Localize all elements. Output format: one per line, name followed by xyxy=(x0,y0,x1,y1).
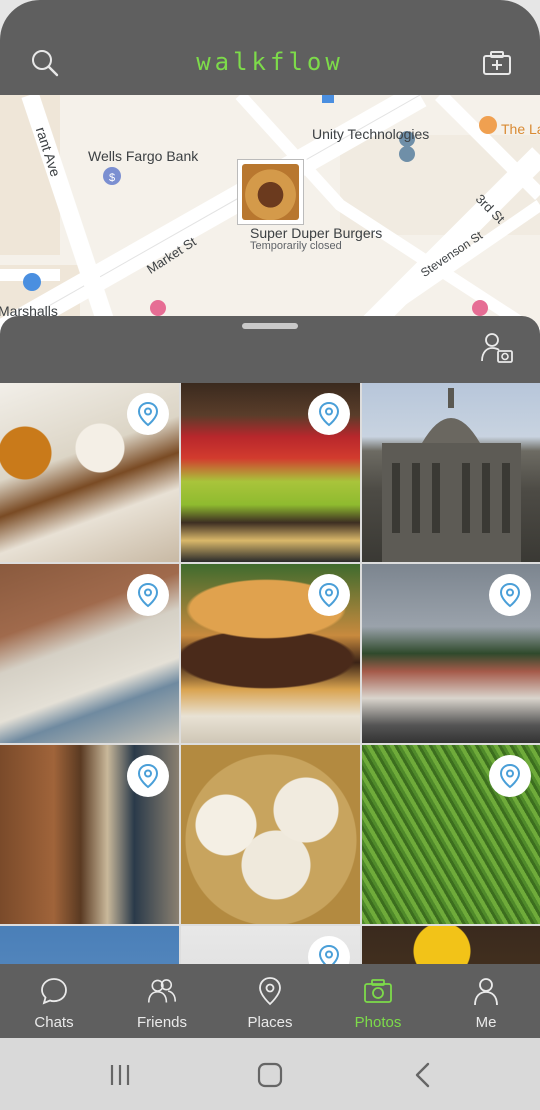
friends-icon xyxy=(147,979,177,1003)
photo-dumplings[interactable] xyxy=(181,745,360,924)
add-photo-icon[interactable] xyxy=(482,48,512,78)
bottom-tab-bar: Chats Friends Places Photos Me xyxy=(0,964,540,1038)
tab-label: Places xyxy=(247,1014,293,1031)
map-label-unity: Unity Technologies xyxy=(312,126,430,142)
location-pin-badge[interactable] xyxy=(489,574,531,616)
map-label-super-duper: Super Duper Burgers xyxy=(250,225,383,241)
map-label-wells-fargo: Wells Fargo Bank xyxy=(88,148,199,164)
tab-places[interactable]: Places xyxy=(216,964,324,1038)
tab-photos[interactable]: Photos xyxy=(324,964,432,1038)
location-pin-badge[interactable] xyxy=(308,936,350,964)
tab-label: Me xyxy=(475,1014,497,1031)
map-photo-marker[interactable] xyxy=(237,159,304,225)
person-icon xyxy=(474,978,498,1006)
app-title: walkflow xyxy=(196,48,344,76)
location-pin-icon xyxy=(137,763,159,789)
tab-label: Chats xyxy=(34,1014,74,1031)
system-navigation-bar xyxy=(0,1038,540,1110)
home-icon[interactable] xyxy=(255,1060,285,1090)
svg-text:$: $ xyxy=(109,172,115,184)
location-pin-badge[interactable] xyxy=(127,393,169,435)
app-screen: walkflow $ rant Ave Wells Fargo Bank Uni… xyxy=(0,0,540,1110)
tab-me[interactable]: Me xyxy=(432,964,540,1038)
location-pin-badge[interactable] xyxy=(308,393,350,435)
location-pin-badge[interactable] xyxy=(127,755,169,797)
location-pin-icon xyxy=(137,401,159,427)
photo-victorian-houses[interactable] xyxy=(362,564,540,743)
photo-sky[interactable] xyxy=(0,926,179,964)
chat-icon xyxy=(41,978,67,1005)
location-pin-icon xyxy=(318,944,340,964)
drag-handle[interactable] xyxy=(242,323,298,329)
map-label-status: Temporarily closed xyxy=(250,240,342,252)
location-pin-icon xyxy=(318,401,340,427)
photo-sheet-header xyxy=(0,316,540,383)
tab-chats[interactable]: Chats xyxy=(0,964,108,1038)
app-header: walkflow xyxy=(0,0,540,95)
photo-yellow-flower[interactable] xyxy=(362,926,540,964)
map-view[interactable]: $ rant Ave Wells Fargo Bank Unity Techno… xyxy=(0,95,540,335)
back-icon[interactable] xyxy=(408,1060,438,1090)
city-hall-drawing xyxy=(382,388,521,562)
burger-thumbnail xyxy=(242,164,299,220)
location-pin-icon xyxy=(318,582,340,608)
photo-green-plants[interactable] xyxy=(362,745,540,924)
location-pin-icon xyxy=(499,763,521,789)
location-pin-badge[interactable] xyxy=(308,574,350,616)
location-pin-badge[interactable] xyxy=(489,755,531,797)
tab-label: Photos xyxy=(354,1014,402,1031)
place-pin-icon xyxy=(259,977,281,1006)
photo-produce-market[interactable] xyxy=(181,383,360,562)
location-pin-badge[interactable] xyxy=(127,574,169,616)
map-label-the-la: The La xyxy=(501,121,540,137)
location-pin-icon xyxy=(499,582,521,608)
photo-french-toast[interactable] xyxy=(0,383,179,562)
camera-icon xyxy=(364,979,392,1003)
photo-grid xyxy=(0,383,540,964)
person-camera-icon[interactable] xyxy=(480,331,514,365)
recent-apps-icon[interactable] xyxy=(105,1060,135,1090)
photo-tree-sculpture[interactable] xyxy=(0,745,179,924)
tab-friends[interactable]: Friends xyxy=(108,964,216,1038)
location-pin-icon xyxy=(137,582,159,608)
photo-city-hall[interactable] xyxy=(362,383,540,562)
photo-partial[interactable] xyxy=(181,926,360,964)
photo-burger[interactable] xyxy=(181,564,360,743)
photo-brick-building[interactable] xyxy=(0,564,179,743)
tab-label: Friends xyxy=(136,1014,188,1031)
